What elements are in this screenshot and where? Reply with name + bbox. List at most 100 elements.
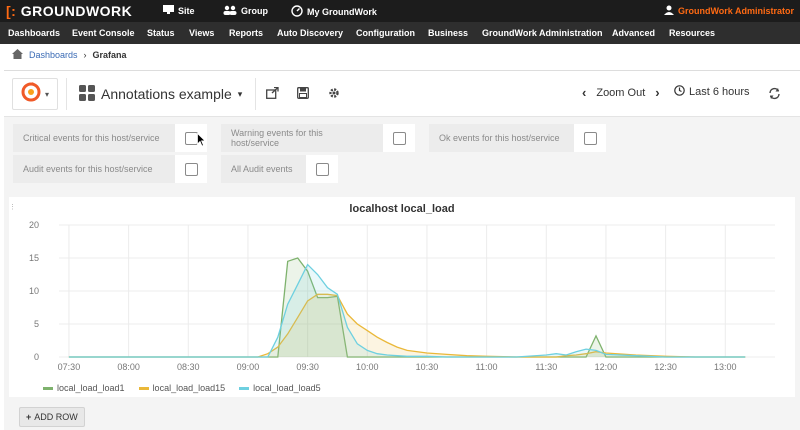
grafana-frame: ▾ Annotations example ▾ ‹ Zoom Out › Las… xyxy=(4,70,800,430)
y-tick-label: 20 xyxy=(29,220,39,230)
breadcrumb-separator-icon: › xyxy=(83,50,87,60)
caret-down-icon: ▾ xyxy=(237,88,243,99)
breadcrumb-current: Grafana xyxy=(92,50,127,60)
time-range-label: Last 6 hours xyxy=(689,86,750,98)
save-icon[interactable] xyxy=(293,83,313,103)
y-tick-label: 10 xyxy=(29,286,39,296)
legend-item-load5[interactable]: local_load_load5 xyxy=(239,383,321,393)
warning-events-label: Warning events for this host/service xyxy=(221,124,383,152)
legend-label: local_load_load15 xyxy=(152,383,226,393)
annotation-toggles-row-2: Audit events for this host/service All A… xyxy=(13,155,352,183)
zoom-out-control: ‹ Zoom Out › xyxy=(582,85,660,100)
x-tick-label: 08:30 xyxy=(177,362,200,372)
audit-events-checkbox[interactable] xyxy=(175,155,207,183)
ok-events-checkbox[interactable] xyxy=(574,124,606,152)
plus-icon: + xyxy=(26,412,32,422)
x-tick-label: 10:00 xyxy=(356,362,379,372)
time-picker[interactable]: Last 6 hours xyxy=(674,85,750,99)
settings-gear-icon[interactable] xyxy=(324,83,344,103)
nav-views[interactable]: Views xyxy=(189,28,214,38)
add-row-button[interactable]: + ADD ROW xyxy=(19,407,85,427)
panel-title[interactable]: localhost local_load xyxy=(9,203,795,215)
grafana-menu-button[interactable]: ▾ xyxy=(12,78,58,110)
series-area-local_load_load15 xyxy=(68,294,746,357)
grafana-toolbar: ▾ Annotations example ▾ ‹ Zoom Out › Las… xyxy=(4,71,800,117)
legend-item-load1[interactable]: local_load_load1 xyxy=(43,383,125,393)
all-audit-events-label: All Audit events xyxy=(221,155,306,183)
nav-configuration[interactable]: Configuration xyxy=(356,28,415,38)
x-tick-label: 11:30 xyxy=(535,362,557,372)
annotation-toggles-row-1: Critical events for this host/service Wa… xyxy=(13,124,620,152)
grafana-logo-icon xyxy=(21,81,41,107)
caret-down-icon: ▾ xyxy=(44,89,49,99)
dashboard-gauge-icon xyxy=(291,5,303,19)
x-tick-label: 08:00 xyxy=(117,362,140,372)
nav-status[interactable]: Status xyxy=(147,28,175,38)
series-line-local_load_load15 xyxy=(68,293,746,358)
warning-events-checkbox[interactable] xyxy=(383,124,415,152)
site-label: Site xyxy=(178,5,195,16)
zoom-out-button[interactable]: Zoom Out xyxy=(596,87,645,99)
x-tick-label: 07:30 xyxy=(58,362,81,372)
legend-swatch xyxy=(138,386,149,390)
series-line-local_load_load1 xyxy=(68,257,746,358)
breadcrumb: Dashboards › Grafana xyxy=(0,44,800,66)
clock-icon xyxy=(674,85,685,99)
x-tick-label: 13:00 xyxy=(714,362,737,372)
groundwork-logo[interactable]: [: GROUNDWORK xyxy=(6,3,132,19)
group-icon xyxy=(223,5,237,17)
series-area-local_load_load1 xyxy=(68,258,746,357)
nav-auto-discovery[interactable]: Auto Discovery xyxy=(277,28,343,38)
nav-business[interactable]: Business xyxy=(428,28,468,38)
my-groundwork-label: My GroundWork xyxy=(307,7,377,17)
legend-label: local_load_load1 xyxy=(57,383,125,393)
nav-reports[interactable]: Reports xyxy=(229,28,263,38)
add-row-label: ADD ROW xyxy=(34,412,78,422)
ok-events-label: Ok events for this host/service xyxy=(429,124,574,152)
dashboard-picker[interactable]: Annotations example ▾ xyxy=(66,78,256,110)
x-tick-label: 09:30 xyxy=(296,362,319,372)
y-tick-label: 15 xyxy=(29,253,39,263)
chevron-right-icon[interactable]: › xyxy=(655,85,659,100)
y-tick-label: 0 xyxy=(34,352,39,362)
chart-legend: local_load_load1 local_load_load15 local… xyxy=(43,383,321,393)
main-nav: Dashboards Event Console Status Views Re… xyxy=(0,22,800,44)
user-menu[interactable]: GroundWork Administrator xyxy=(663,5,794,17)
x-tick-label: 11:00 xyxy=(476,362,498,372)
critical-events-label: Critical events for this host/service xyxy=(13,124,175,152)
top-bar: [: GROUNDWORK Site Group My GroundWork G… xyxy=(0,0,800,22)
refresh-icon[interactable] xyxy=(764,83,784,103)
group-menu[interactable]: Group xyxy=(223,5,268,17)
legend-item-load15[interactable]: local_load_load15 xyxy=(138,383,226,393)
site-menu[interactable]: Site xyxy=(163,5,195,16)
x-tick-label: 12:00 xyxy=(595,362,618,372)
all-audit-events-checkbox[interactable] xyxy=(306,155,338,183)
x-tick-label: 09:00 xyxy=(237,362,260,372)
legend-label: local_load_load5 xyxy=(253,383,321,393)
audit-events-label: Audit events for this host/service xyxy=(13,155,175,183)
x-tick-label: 12:30 xyxy=(654,362,677,372)
nav-event-console[interactable]: Event Console xyxy=(72,28,135,38)
legend-swatch xyxy=(239,386,250,390)
user-name: GroundWork Administrator xyxy=(677,6,794,16)
x-tick-label: 10:30 xyxy=(416,362,439,372)
chevron-left-icon[interactable]: ‹ xyxy=(582,85,586,100)
site-icon xyxy=(163,5,174,16)
dashboard-grid-icon xyxy=(79,84,95,104)
breadcrumb-dashboards[interactable]: Dashboards xyxy=(29,50,78,60)
graph-panel: ⋮ localhost local_load 0 5 10 15 20 07:30 08:0… xyxy=(9,197,795,397)
home-icon[interactable] xyxy=(12,49,23,61)
legend-swatch xyxy=(43,386,53,390)
my-groundwork-menu[interactable]: My GroundWork xyxy=(291,5,377,19)
series-area-local_load_load5 xyxy=(68,264,746,357)
dashboard-title: Annotations example xyxy=(101,86,232,102)
nav-advanced[interactable]: Advanced xyxy=(612,28,655,38)
share-icon[interactable] xyxy=(262,83,282,103)
group-label: Group xyxy=(241,6,268,16)
load-chart[interactable]: 0 5 10 15 20 07:30 08:00 08:30 09:00 09:30 10:00 10… xyxy=(9,217,795,387)
series-line-local_load_load5 xyxy=(68,263,746,358)
nav-dashboards[interactable]: Dashboards xyxy=(8,28,60,38)
nav-resources[interactable]: Resources xyxy=(669,28,715,38)
user-icon xyxy=(663,5,674,17)
nav-groundwork-administration[interactable]: GroundWork Administration xyxy=(482,28,603,38)
